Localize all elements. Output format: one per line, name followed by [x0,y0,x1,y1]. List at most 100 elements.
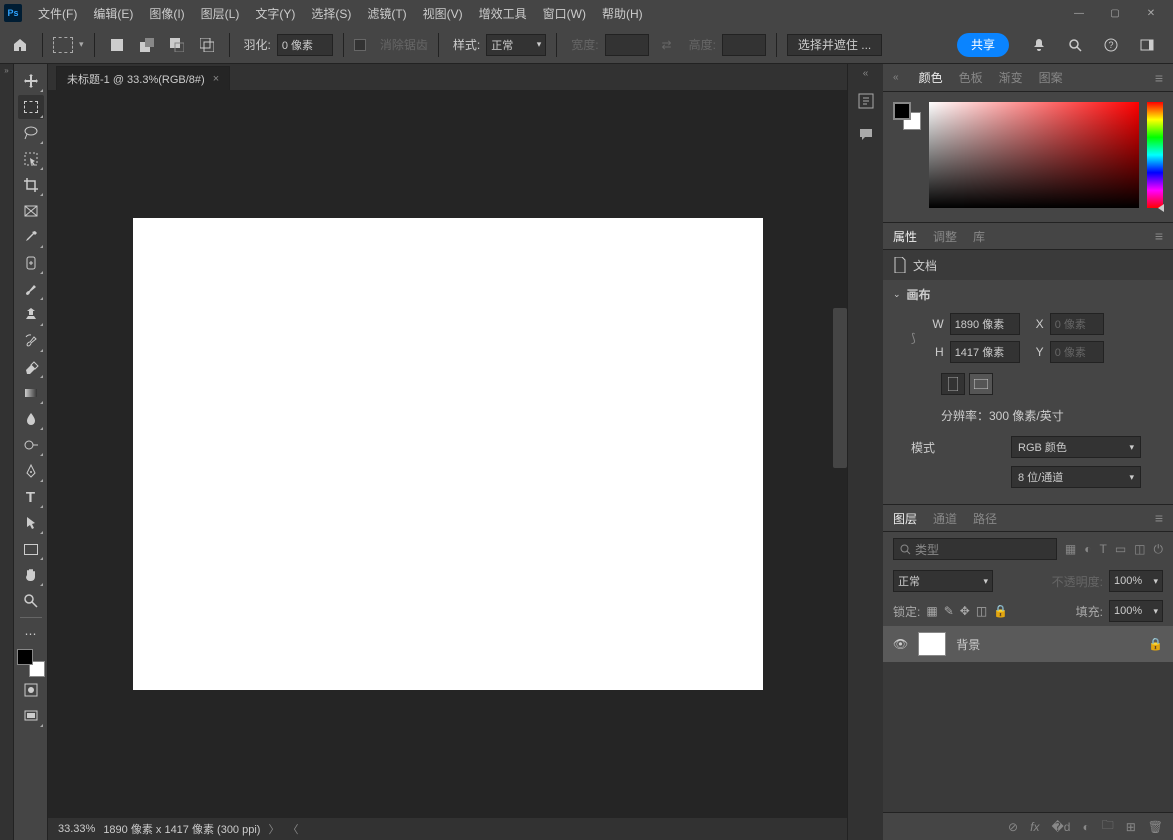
home-button[interactable] [8,33,32,57]
tab-swatches[interactable]: 色板 [959,69,983,86]
collapse-icon[interactable]: « [863,68,869,79]
link-wh-icon[interactable]: ⟆ [911,331,916,345]
delete-layer-icon[interactable]: 🗑 [1148,820,1163,834]
filter-pixel-icon[interactable]: ▦ [1065,542,1076,557]
fx-icon[interactable]: fx [1030,820,1039,834]
blend-mode-select[interactable]: 正常▾ [893,570,993,592]
link-layers-icon[interactable]: ⊘ [1008,820,1018,834]
workspace-icon[interactable] [1135,33,1159,57]
pen-tool[interactable] [18,459,44,483]
frame-tool[interactable] [18,199,44,223]
panel-menu-icon[interactable]: ≡ [1155,228,1163,244]
tab-properties[interactable]: 属性 [893,228,917,245]
comments-panel-icon[interactable] [854,123,878,147]
filter-smart-icon[interactable]: ◫ [1134,542,1145,557]
shape-tool[interactable] [18,537,44,561]
search-icon[interactable] [1063,33,1087,57]
crop-tool[interactable] [18,173,44,197]
color-fg-bg[interactable] [893,102,921,130]
opacity-input[interactable]: 100%▾ [1109,570,1163,592]
menu-select[interactable]: 选择(S) [303,1,359,26]
document-tab[interactable]: 未标题-1 @ 33.3%(RGB/8#) × [56,66,230,90]
bell-icon[interactable] [1027,33,1051,57]
new-layer-icon[interactable]: ⊞ [1126,820,1136,834]
maximize-button[interactable]: ▢ [1097,4,1133,22]
status-chevron-icon[interactable]: 〈 [287,821,298,837]
lock-paint-icon[interactable]: ✎ [944,604,954,618]
portrait-button[interactable] [941,373,965,395]
filter-toggle-icon[interactable]: ⏻ [1154,542,1164,557]
selection-add-icon[interactable] [135,33,159,57]
lock-all-icon[interactable]: 🔒 [993,604,1008,618]
mask-icon[interactable]: �d [1051,820,1070,834]
healing-tool[interactable] [18,251,44,275]
layer-name[interactable]: 背景 [956,636,980,653]
share-button[interactable]: 共享 [957,33,1009,57]
edit-toolbar[interactable]: ⋯ [18,622,44,646]
menu-plugins[interactable]: 增效工具 [471,1,535,26]
selection-intersect-icon[interactable] [195,33,219,57]
quickmask-toggle[interactable] [18,678,44,702]
status-chevron-icon[interactable]: 〉 [268,821,279,837]
zoom-tool[interactable] [18,589,44,613]
chevron-down-icon[interactable]: ▾ [79,39,84,50]
filter-shape-icon[interactable]: ▭ [1115,542,1126,557]
visibility-toggle-icon[interactable]: 👁 [893,637,908,651]
marquee-tool-indicator[interactable] [53,37,73,53]
canvas-section-toggle[interactable]: ⌄ 画布 [883,280,1173,309]
fg-bg-color[interactable] [17,649,45,677]
select-and-mask-button[interactable]: 选择并遮住 ... [787,34,882,56]
layer-row[interactable]: 👁 背景 🔒 [883,626,1173,662]
panel-menu-icon[interactable]: ≡ [1155,510,1163,526]
menu-edit[interactable]: 编辑(E) [85,1,141,26]
move-tool[interactable] [18,69,44,93]
canvas[interactable] [133,218,763,690]
history-brush-tool[interactable] [18,329,44,353]
minimize-button[interactable]: — [1061,4,1097,22]
lasso-tool[interactable] [18,121,44,145]
menu-file[interactable]: 文件(F) [30,1,85,26]
menu-image[interactable]: 图像(I) [141,1,192,26]
marquee-tool[interactable] [18,95,44,119]
tab-adjustments[interactable]: 调整 [933,228,957,245]
type-tool[interactable]: T [18,485,44,509]
brush-tool[interactable] [18,277,44,301]
layer-thumbnail[interactable] [918,632,946,656]
close-tab-icon[interactable]: × [213,73,219,85]
clone-stamp-tool[interactable] [18,303,44,327]
selection-new-icon[interactable] [105,33,129,57]
bit-depth-select[interactable]: 8 位/通道▾ [1011,466,1141,488]
tab-paths[interactable]: 路径 [973,510,997,527]
vertical-scrollbar[interactable] [833,308,847,468]
menu-layer[interactable]: 图层(L) [193,1,248,26]
adjustment-layer-icon[interactable]: ◐ [1082,820,1089,834]
hue-slider[interactable] [1147,102,1163,208]
tab-channels[interactable]: 通道 [933,510,957,527]
tab-libraries[interactable]: 库 [973,228,985,245]
tab-layers[interactable]: 图层 [893,510,917,527]
fill-input[interactable]: 100%▾ [1109,600,1163,622]
menu-help[interactable]: 帮助(H) [594,1,651,26]
height-value-input[interactable] [950,341,1020,363]
width-value-input[interactable] [950,313,1020,335]
blur-tool[interactable] [18,407,44,431]
panel-menu-icon[interactable]: ≡ [1155,70,1163,86]
lock-nest-icon[interactable]: ◫ [976,604,987,618]
eyedropper-tool[interactable] [18,225,44,249]
object-select-tool[interactable] [18,147,44,171]
tab-patterns[interactable]: 图案 [1039,69,1063,86]
help-icon[interactable]: ? [1099,33,1123,57]
color-mode-select[interactable]: RGB 颜色▾ [1011,436,1141,458]
doc-dimensions[interactable]: 1890 像素 x 1417 像素 (300 ppi) [103,821,260,837]
menu-view[interactable]: 视图(V) [415,1,471,26]
path-select-tool[interactable] [18,511,44,535]
canvas-viewport[interactable] [48,90,847,818]
menu-filter[interactable]: 滤镜(T) [359,1,414,26]
filter-adjust-icon[interactable]: ◐ [1084,542,1091,557]
tab-gradients[interactable]: 渐变 [999,69,1023,86]
dodge-tool[interactable] [18,433,44,457]
learn-panel-icon[interactable] [854,89,878,113]
toolbox-collapse[interactable]: » [0,64,14,840]
menu-type[interactable]: 文字(Y) [247,1,303,26]
color-field[interactable] [929,102,1139,208]
